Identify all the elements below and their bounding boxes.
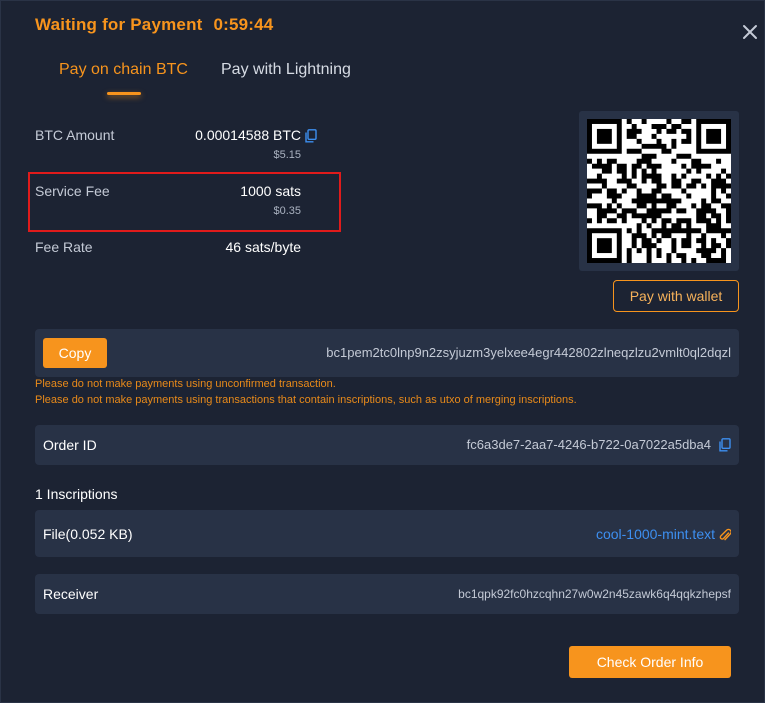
copy-address-button[interactable]: Copy [43, 338, 107, 368]
btc-amount-usd: $5.15 [273, 149, 301, 161]
receiver-label: Receiver [43, 586, 99, 602]
countdown-timer: 0:59:44 [213, 15, 274, 34]
warning-unconfirmed: Please do not make payments using unconf… [35, 378, 336, 390]
copy-icon[interactable] [719, 438, 731, 452]
order-id-label: Order ID [43, 437, 97, 453]
payment-modal: Waiting for Payment 0:59:44 Pay on chain… [0, 0, 765, 703]
close-icon[interactable] [741, 23, 759, 41]
file-name-link[interactable]: cool-1000-mint.text [596, 526, 715, 542]
paperclip-icon [719, 528, 732, 542]
order-id-value: fc6a3de7-2aa7-4246-b722-0a7022a5dba4 [466, 437, 711, 452]
file-size-label: File(0.052 KB) [43, 526, 133, 542]
check-order-info-button[interactable]: Check Order Info [569, 646, 731, 678]
qr-code-container [579, 111, 739, 271]
payment-address-panel: Copy bc1pem2tc0lnp9n2zsyjuzm3yelxee4egr4… [35, 329, 739, 377]
service-fee-value: 1000 sats [240, 183, 301, 199]
pay-with-wallet-button[interactable]: Pay with wallet [613, 280, 739, 312]
warning-inscriptions: Please do not make payments using transa… [35, 394, 577, 406]
btc-amount-value: 0.00014588 BTC [195, 127, 301, 143]
fee-rate-value: 46 sats/byte [225, 239, 302, 255]
qr-code [586, 118, 732, 264]
inscriptions-heading: 1 Inscriptions [35, 486, 118, 502]
payment-status-title: Waiting for Payment 0:59:44 [35, 15, 273, 35]
copy-icon[interactable] [305, 129, 317, 143]
tab-on-chain-btc[interactable]: Pay on chain BTC [59, 61, 188, 79]
inscription-file-panel: File(0.052 KB) cool-1000-mint.text [35, 510, 739, 557]
receiver-address: bc1qpk92fc0hzcqhn27w0w2n45zawk6q4qqkzhep… [458, 587, 731, 601]
active-tab-indicator [107, 92, 141, 95]
payment-address: bc1pem2tc0lnp9n2zsyjuzm3yelxee4egr442802… [326, 345, 731, 360]
status-text: Waiting for Payment [35, 15, 203, 34]
order-id-panel: Order ID fc6a3de7-2aa7-4246-b722-0a7022a… [35, 425, 739, 465]
service-fee-usd: $0.35 [273, 205, 301, 217]
receiver-panel: Receiver bc1qpk92fc0hzcqhn27w0w2n45zawk6… [35, 574, 739, 614]
service-fee-highlight [28, 172, 341, 232]
tab-lightning[interactable]: Pay with Lightning [221, 61, 351, 79]
